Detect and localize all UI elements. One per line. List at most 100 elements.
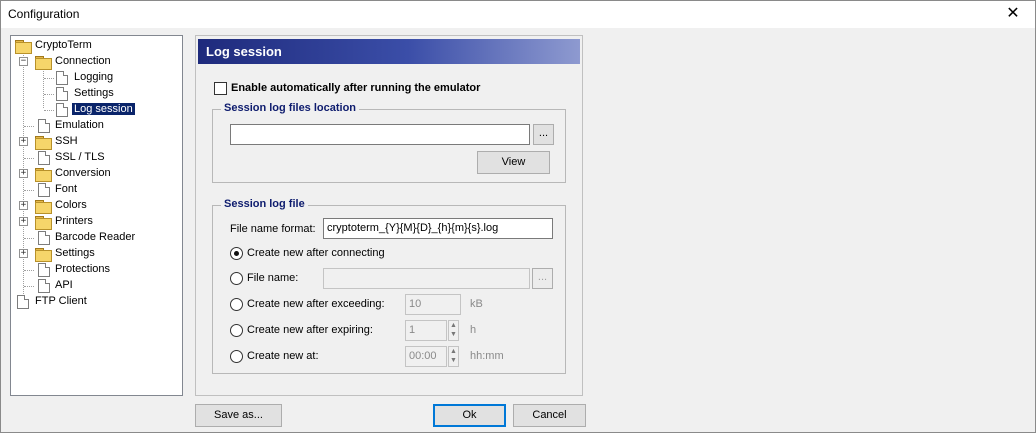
log-location-legend: Session log files location xyxy=(221,102,360,114)
expand-icon[interactable]: + xyxy=(19,201,28,210)
folder-open-icon xyxy=(15,40,32,54)
folder-open-icon xyxy=(35,56,52,70)
file-name-format-label: File name format: xyxy=(230,223,316,235)
tree-item-ssh[interactable]: + SSH xyxy=(19,134,175,150)
tree-item-label: FTP Client xyxy=(35,295,87,307)
browse-file-button[interactable]: ... xyxy=(532,268,553,289)
tree-item-cryptoterm[interactable]: CryptoTerm xyxy=(15,38,175,54)
spin-up-icon[interactable]: ▲ xyxy=(450,322,457,330)
tree-item-connection[interactable]: − Connection xyxy=(19,54,175,70)
expand-icon[interactable]: + xyxy=(19,249,28,258)
document-icon xyxy=(38,231,50,245)
expiring-unit: h xyxy=(470,324,477,336)
document-icon xyxy=(38,279,50,293)
tree-item-label: CryptoTerm xyxy=(35,39,92,51)
document-icon xyxy=(17,295,29,309)
document-icon xyxy=(56,103,68,117)
document-icon xyxy=(56,71,68,85)
tree-item-emulation[interactable]: Emulation xyxy=(24,118,174,134)
tree-item-label: Printers xyxy=(55,215,93,227)
browse-location-button[interactable]: ... xyxy=(533,124,554,145)
tree-item-logging[interactable]: Logging xyxy=(44,70,174,86)
tree-item-label: Settings xyxy=(74,87,114,99)
tree-item-font[interactable]: Font xyxy=(24,182,174,198)
tree-item-log-session[interactable]: Log session xyxy=(44,102,174,118)
tree-item-label: Conversion xyxy=(55,167,111,179)
create-after-expiring-label: Create new after expiring: xyxy=(247,324,373,336)
tree-item-label: Colors xyxy=(55,199,87,211)
folder-icon xyxy=(35,248,52,262)
view-button[interactable]: View xyxy=(477,151,550,174)
enable-auto-label: Enable automatically after running the e… xyxy=(231,82,481,94)
panel-header: Log session xyxy=(198,39,580,64)
log-file-group: Session log file File name format: crypt… xyxy=(212,198,566,374)
create-after-connecting-label: Create new after connecting xyxy=(247,247,385,259)
settings-tree[interactable]: CryptoTerm − Connection Logging Settings… xyxy=(10,35,183,396)
expiring-spinner[interactable]: ▲ ▼ xyxy=(448,320,459,341)
title-bar: Configuration ✕ xyxy=(1,1,1035,28)
radio-file-name[interactable] xyxy=(230,272,243,285)
file-name-format-input[interactable]: cryptoterm_{Y}{M}{D}_{h}{m}{s}.log xyxy=(323,218,553,239)
tree-item-protections[interactable]: Protections xyxy=(24,262,174,278)
tree-item-label: SSL / TLS xyxy=(55,151,105,163)
tree-item-label: Settings xyxy=(55,247,95,259)
collapse-icon[interactable]: − xyxy=(19,57,28,66)
tree-item-label: Log session xyxy=(72,103,135,115)
close-icon[interactable]: ✕ xyxy=(991,1,1035,28)
create-at-time-input[interactable]: 00:00 xyxy=(405,346,447,367)
log-location-input[interactable] xyxy=(230,124,530,145)
tree-item-settings[interactable]: + Settings xyxy=(19,246,175,262)
tree-item-ssl-tls[interactable]: SSL / TLS xyxy=(24,150,174,166)
document-icon xyxy=(38,183,50,197)
log-session-panel: Log session Enable automatically after r… xyxy=(195,35,583,396)
tree-item-label: Connection xyxy=(55,55,111,67)
cancel-button[interactable]: Cancel xyxy=(513,404,586,427)
tree-item-printers[interactable]: + Printers xyxy=(19,214,175,230)
tree-item-label: SSH xyxy=(55,135,78,147)
tree-item-connection-settings[interactable]: Settings xyxy=(44,86,174,102)
tree-item-label: Protections xyxy=(55,263,111,275)
tree-item-ftp-client[interactable]: FTP Client xyxy=(15,294,175,310)
folder-icon xyxy=(35,168,52,182)
spin-down-icon[interactable]: ▼ xyxy=(450,331,457,339)
spin-up-icon[interactable]: ▲ xyxy=(450,348,457,356)
tree-item-label: Emulation xyxy=(55,119,104,131)
expand-icon[interactable]: + xyxy=(19,217,28,226)
file-name-label: File name: xyxy=(247,272,299,284)
expand-icon[interactable]: + xyxy=(19,137,28,146)
create-after-exceeding-label: Create new after exceeding: xyxy=(247,298,385,310)
radio-create-after-exceeding[interactable] xyxy=(230,298,243,311)
document-icon xyxy=(56,87,68,101)
file-name-input[interactable] xyxy=(323,268,530,289)
document-icon xyxy=(38,263,50,277)
tree-item-label: Font xyxy=(55,183,78,195)
folder-icon xyxy=(35,200,52,214)
tree-item-label: Logging xyxy=(74,71,114,83)
folder-icon xyxy=(35,216,52,230)
expand-icon[interactable]: + xyxy=(19,169,28,178)
exceeding-size-input[interactable]: 10 xyxy=(405,294,461,315)
exceeding-unit: kB xyxy=(470,298,483,310)
document-icon xyxy=(38,119,50,133)
save-as-button[interactable]: Save as... xyxy=(195,404,282,427)
tree-item-label: API xyxy=(55,279,73,291)
tree-item-barcode-reader[interactable]: Barcode Reader xyxy=(24,230,174,246)
folder-icon xyxy=(35,136,52,150)
radio-create-after-connecting[interactable] xyxy=(230,247,243,260)
log-file-legend: Session log file xyxy=(221,198,308,210)
spin-down-icon[interactable]: ▼ xyxy=(450,357,457,365)
window-title: Configuration xyxy=(8,7,80,21)
create-at-spinner[interactable]: ▲ ▼ xyxy=(448,346,459,367)
create-at-label: Create new at: xyxy=(247,350,319,362)
tree-item-conversion[interactable]: + Conversion xyxy=(19,166,175,182)
create-at-unit: hh:mm xyxy=(470,350,504,362)
tree-item-api[interactable]: API xyxy=(24,278,174,294)
tree-item-colors[interactable]: + Colors xyxy=(19,198,175,214)
document-icon xyxy=(38,151,50,165)
ok-button[interactable]: Ok xyxy=(433,404,506,427)
enable-auto-checkbox[interactable] xyxy=(214,82,227,95)
expiring-time-input[interactable]: 1 xyxy=(405,320,447,341)
radio-create-at[interactable] xyxy=(230,350,243,363)
log-location-group: Session log files location ... View xyxy=(212,102,566,183)
radio-create-after-expiring[interactable] xyxy=(230,324,243,337)
